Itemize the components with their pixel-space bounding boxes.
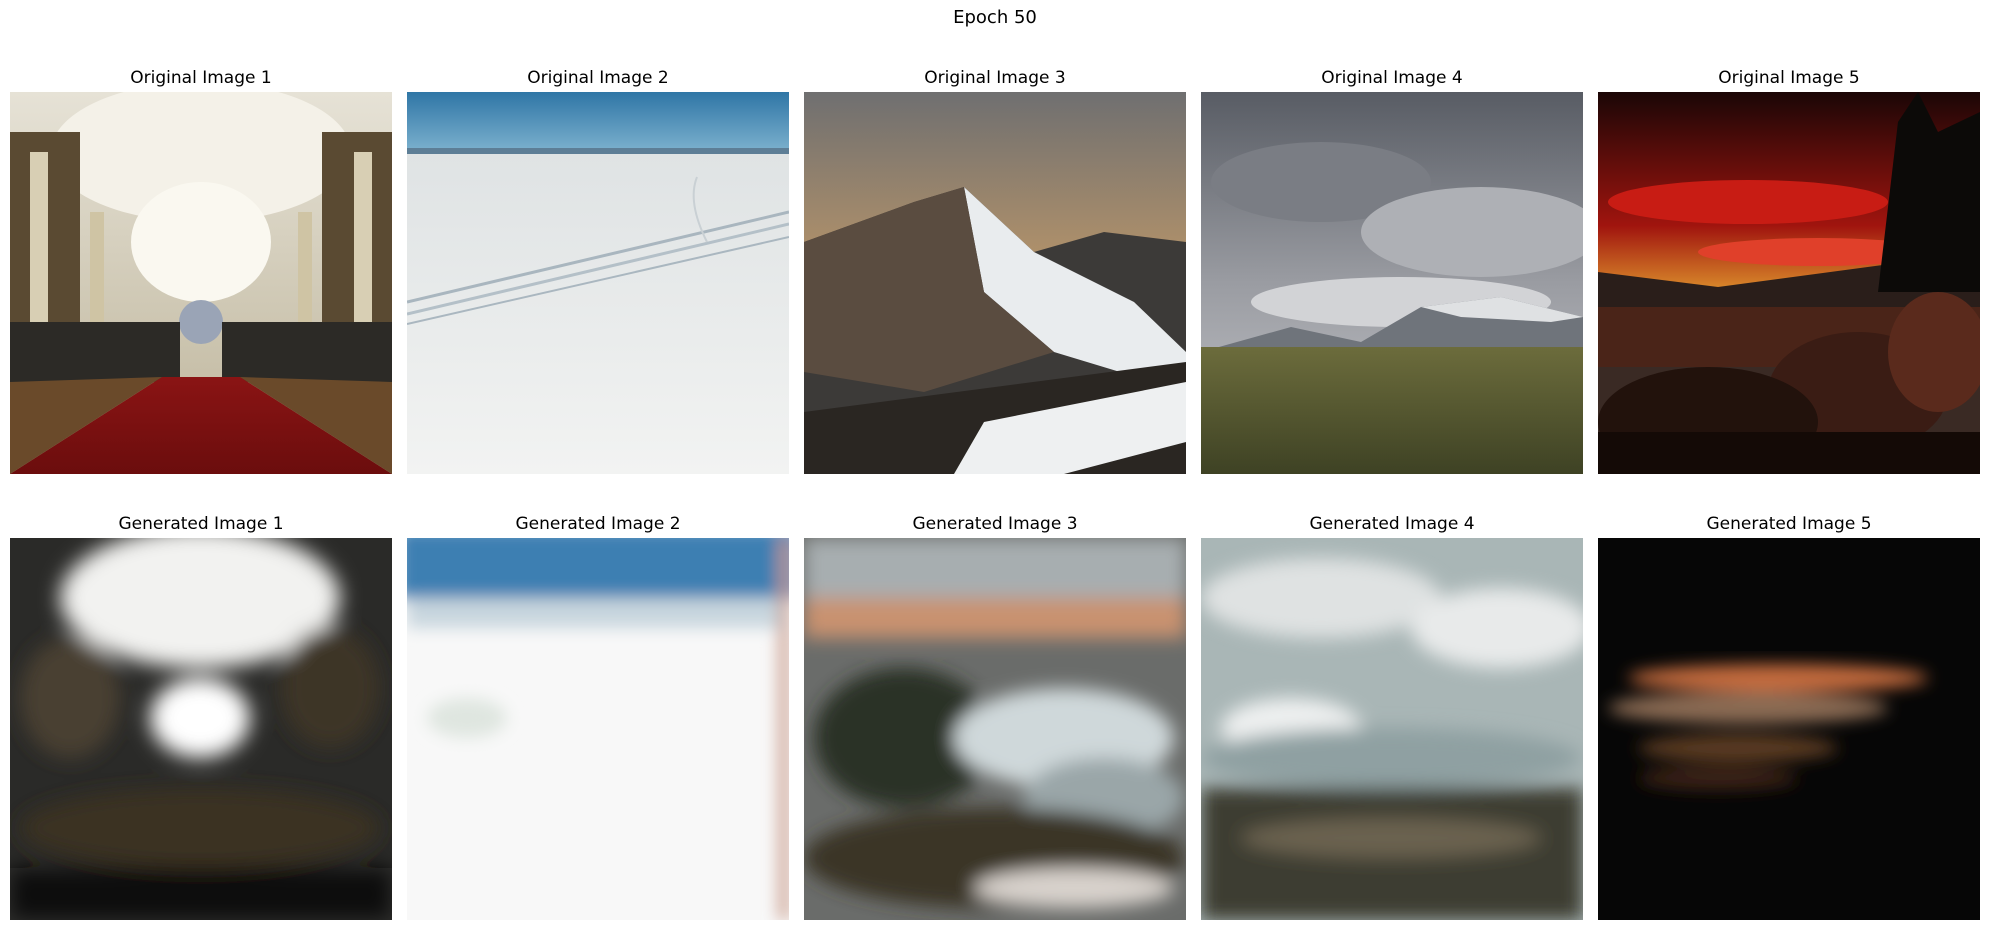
panel-title: Original Image 1 bbox=[130, 68, 272, 88]
generated-panel-5: Generated Image 5 bbox=[1598, 510, 1980, 920]
generated-image-1 bbox=[10, 538, 392, 920]
original-panel-5: Original Image 5 bbox=[1598, 64, 1980, 474]
generated-panel-1: Generated Image 1 bbox=[10, 510, 392, 920]
original-image-4 bbox=[1201, 92, 1583, 474]
figure-title: Epoch 50 bbox=[953, 7, 1037, 28]
panel-title: Original Image 5 bbox=[1718, 68, 1860, 88]
generated-image-4 bbox=[1201, 538, 1583, 920]
original-panel-1: Original Image 1 bbox=[10, 64, 392, 474]
panel-title: Generated Image 5 bbox=[1706, 514, 1872, 534]
original-panel-4: Original Image 4 bbox=[1201, 64, 1583, 474]
generated-panel-3: Generated Image 3 bbox=[804, 510, 1186, 920]
panel-title: Original Image 3 bbox=[924, 68, 1066, 88]
panel-title: Original Image 2 bbox=[527, 68, 669, 88]
panel-title: Original Image 4 bbox=[1321, 68, 1463, 88]
original-image-2 bbox=[407, 92, 789, 474]
original-image-3 bbox=[804, 92, 1186, 474]
panel-title: Generated Image 4 bbox=[1309, 514, 1475, 534]
panel-title: Generated Image 2 bbox=[515, 514, 681, 534]
generated-panel-4: Generated Image 4 bbox=[1201, 510, 1583, 920]
original-panel-2: Original Image 2 bbox=[407, 64, 789, 474]
generated-image-5 bbox=[1598, 538, 1980, 920]
generated-image-3 bbox=[804, 538, 1186, 920]
generated-image-2 bbox=[407, 538, 789, 920]
original-panel-3: Original Image 3 bbox=[804, 64, 1186, 474]
original-image-1 bbox=[10, 92, 392, 474]
panel-title: Generated Image 3 bbox=[912, 514, 1078, 534]
generated-panel-2: Generated Image 2 bbox=[407, 510, 789, 920]
original-image-5 bbox=[1598, 92, 1980, 474]
panel-title: Generated Image 1 bbox=[118, 514, 284, 534]
